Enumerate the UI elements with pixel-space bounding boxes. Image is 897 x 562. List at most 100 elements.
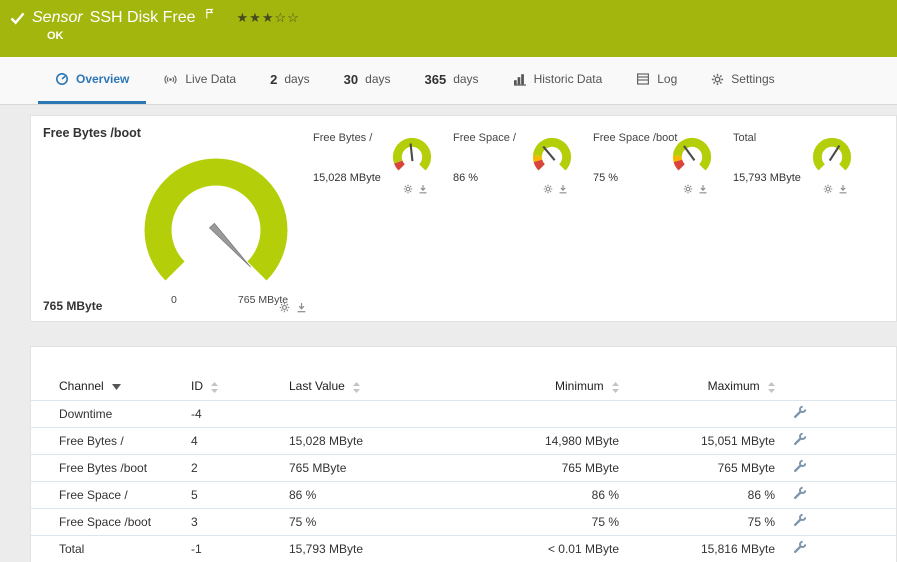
main-gauge-scale-min: 0 <box>171 294 177 306</box>
small-gauge-value: 86 % <box>453 172 479 184</box>
log-icon <box>637 73 650 85</box>
gauge-download-icon[interactable] <box>296 302 307 313</box>
channel-id: 5 <box>191 481 289 509</box>
channel-id: -4 <box>191 400 289 428</box>
gauge-settings-gear-icon[interactable] <box>823 184 833 194</box>
priority-flag-icon[interactable] <box>205 8 214 22</box>
tab-label: Overview <box>76 72 130 86</box>
tab-label: days <box>284 72 310 86</box>
channel-id: 3 <box>191 508 289 536</box>
star-filled-icon[interactable] <box>249 10 262 26</box>
tab-2-days[interactable]: 2 days <box>253 57 327 104</box>
small-gauge-free-space-root: Free Space / 86 % <box>453 130 593 208</box>
tab-overview[interactable]: Overview <box>38 57 147 104</box>
column-header-channel[interactable]: Channel <box>31 373 191 401</box>
sort-icon <box>211 381 219 393</box>
channels-panel: Channel ID Last Value Minimum Maximum Do… <box>30 346 897 562</box>
column-header-maximum[interactable]: Maximum <box>619 373 775 401</box>
tab-label: Live Data <box>185 72 237 86</box>
tab-label: Log <box>657 72 678 86</box>
status-check-icon <box>10 12 25 25</box>
small-gauge <box>812 137 852 171</box>
table-row: Free Bytes /boot 2 765 MByte 765 MByte 7… <box>31 454 896 482</box>
channel-last-value: 86 % <box>289 481 489 509</box>
tab-30-days[interactable]: 30 days <box>327 57 408 104</box>
page-title: SSH Disk Free <box>89 9 196 26</box>
tab-label: days <box>365 72 391 86</box>
gauge-icon <box>56 73 68 85</box>
channel-settings-wrench-icon[interactable] <box>793 486 807 500</box>
gauge-download-icon[interactable] <box>698 184 708 194</box>
gauge-settings-gear-icon[interactable] <box>403 184 413 194</box>
channel-name: Total <box>31 535 191 562</box>
channel-id: -1 <box>191 535 289 562</box>
channel-name: Free Space /boot <box>31 508 191 536</box>
column-header-minimum[interactable]: Minimum <box>489 373 619 401</box>
small-gauge-title: Free Space /boot <box>593 132 678 144</box>
priority-rating[interactable] <box>237 10 300 26</box>
table-row: Total -1 15,793 MByte < 0.01 MByte 15,81… <box>31 535 896 562</box>
sort-desc-icon <box>112 384 122 391</box>
channel-settings-wrench-icon[interactable] <box>793 513 807 527</box>
channel-maximum <box>619 400 775 428</box>
table-row: Free Space / 5 86 % 86 % 86 % <box>31 481 896 509</box>
table-row: Downtime -4 <box>31 400 896 428</box>
small-gauge <box>532 137 572 171</box>
tab-365-days[interactable]: 365 days <box>408 57 496 104</box>
column-label: Minimum <box>554 379 604 394</box>
column-header-last-value[interactable]: Last Value <box>289 373 489 401</box>
tab-settings[interactable]: Settings <box>694 57 791 104</box>
star-filled-icon[interactable] <box>262 10 275 26</box>
channel-settings-wrench-icon[interactable] <box>793 540 807 554</box>
channel-minimum: 75 % <box>489 508 619 536</box>
channel-name: Downtime <box>31 400 191 428</box>
channel-last-value: 765 MByte <box>289 454 489 482</box>
channel-minimum: 14,980 MByte <box>489 427 619 455</box>
channel-minimum: < 0.01 MByte <box>489 535 619 562</box>
gauges-panel: Free Bytes /boot 0 765 MByte 765 MByte F… <box>30 115 897 322</box>
sensor-kind-label: Sensor <box>32 9 83 26</box>
main-gauge-title: Free Bytes /boot <box>43 126 141 140</box>
channel-last-value: 15,793 MByte <box>289 535 489 562</box>
channel-settings-wrench-icon[interactable] <box>793 432 807 446</box>
channel-name: Free Space / <box>31 481 191 509</box>
channel-maximum: 15,816 MByte <box>619 535 775 562</box>
gauge-settings-gear-icon[interactable] <box>279 302 290 313</box>
tab-log[interactable]: Log <box>619 57 694 104</box>
gauge-download-icon[interactable] <box>558 184 568 194</box>
tab-label: Settings <box>731 72 775 86</box>
table-header-row: Channel ID Last Value Minimum Maximum <box>31 373 896 401</box>
star-empty-icon[interactable] <box>274 10 287 26</box>
channel-minimum: 765 MByte <box>489 454 619 482</box>
star-filled-icon[interactable] <box>237 10 250 26</box>
sort-icon <box>612 381 619 393</box>
small-gauge-title: Free Bytes / <box>313 132 373 144</box>
gauge-download-icon[interactable] <box>418 184 428 194</box>
broadcast-icon <box>164 74 177 84</box>
star-empty-icon[interactable] <box>287 10 300 26</box>
small-gauge-free-bytes-root: Free Bytes / 15,028 MByte <box>313 130 453 208</box>
bar-chart-icon <box>513 74 526 86</box>
small-gauges-row: Free Bytes / 15,028 MByte Free Space / 8… <box>313 130 873 208</box>
sensor-header: Sensor SSH Disk Free OK <box>0 0 897 57</box>
tab-live-data[interactable]: Live Data <box>146 57 253 104</box>
channel-last-value: 15,028 MByte <box>289 427 489 455</box>
sort-icon <box>768 381 775 393</box>
column-header-id[interactable]: ID <box>191 373 289 401</box>
channel-settings-wrench-icon[interactable] <box>793 405 807 419</box>
table-row: Free Space /boot 3 75 % 75 % 75 % <box>31 508 896 536</box>
gauge-settings-gear-icon[interactable] <box>543 184 553 194</box>
small-gauge-value: 15,028 MByte <box>313 172 381 184</box>
channel-id: 2 <box>191 454 289 482</box>
channel-settings-wrench-icon[interactable] <box>793 459 807 473</box>
small-gauge-total: Total 15,793 MByte <box>733 130 873 208</box>
channel-minimum: 86 % <box>489 481 619 509</box>
page-content: Free Bytes /boot 0 765 MByte 765 MByte F… <box>0 105 897 562</box>
channel-maximum: 86 % <box>619 481 775 509</box>
gauge-settings-gear-icon[interactable] <box>683 184 693 194</box>
tab-number: 365 <box>424 71 447 87</box>
status-badge: OK <box>47 30 64 42</box>
gauge-download-icon[interactable] <box>838 184 848 194</box>
tab-historic-data[interactable]: Historic Data <box>496 57 620 104</box>
small-gauge <box>392 137 432 171</box>
